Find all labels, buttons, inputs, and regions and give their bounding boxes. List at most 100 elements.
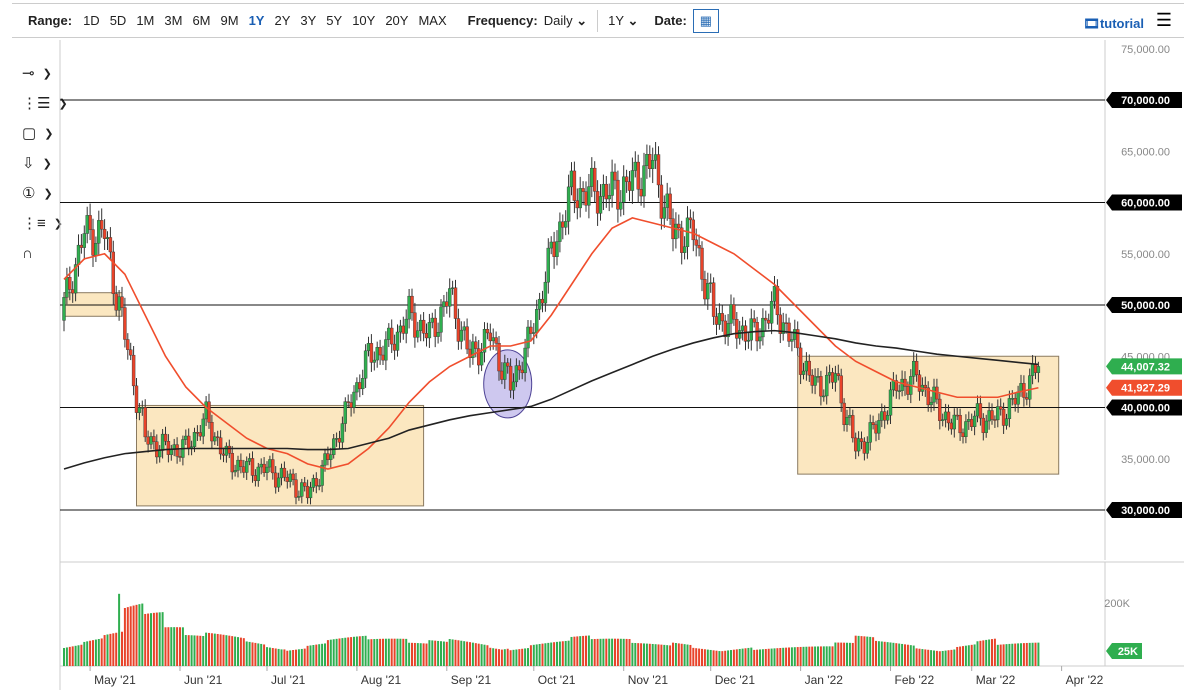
volume-bar xyxy=(457,640,460,666)
volume-bar xyxy=(573,636,576,666)
volume-bar xyxy=(570,636,573,666)
volume-bar xyxy=(553,642,556,666)
candle-body xyxy=(482,329,487,353)
candle-body xyxy=(62,297,66,321)
candle-body xyxy=(668,193,672,219)
fib-tool[interactable]: ⋮☰ ❯ xyxy=(22,88,68,118)
volume-bar xyxy=(996,644,999,666)
candle-body xyxy=(395,331,400,351)
range-2y[interactable]: 2Y xyxy=(274,13,290,28)
volume-bar xyxy=(817,646,819,666)
candle-body xyxy=(163,433,168,442)
candle-body xyxy=(975,403,980,417)
candle-body xyxy=(1025,397,1029,400)
candle-body xyxy=(416,330,420,338)
range-3m[interactable]: 3M xyxy=(164,13,182,28)
hamburger-menu-icon[interactable]: ☰ xyxy=(1156,10,1172,31)
range-10y[interactable]: 10Y xyxy=(352,13,375,28)
candle-body xyxy=(598,196,603,214)
magnet-tool[interactable]: ∩ xyxy=(22,238,68,268)
volume-bar xyxy=(611,638,614,666)
range-20y[interactable]: 20Y xyxy=(385,13,408,28)
candle-body xyxy=(854,437,858,452)
volume-bar xyxy=(660,644,663,666)
volume-bar xyxy=(756,649,759,666)
volume-bar xyxy=(979,640,982,666)
candle-body xyxy=(218,437,223,455)
tutorial-link[interactable]: 🎞tutorial xyxy=(1083,16,1144,32)
x-tick-label: Jan '22 xyxy=(805,673,844,687)
candle-body xyxy=(401,325,405,334)
volume-bar xyxy=(964,645,967,666)
range-1y[interactable]: 1Y xyxy=(249,13,265,28)
range-max[interactable]: MAX xyxy=(418,13,446,28)
candle-body xyxy=(740,325,745,331)
volume-bar xyxy=(982,640,985,666)
range-1d[interactable]: 1D xyxy=(83,13,100,28)
candle-body xyxy=(300,482,304,497)
candle-body xyxy=(622,176,626,203)
price-tick: 70,000.00 xyxy=(1121,95,1170,107)
range-3y[interactable]: 3Y xyxy=(300,13,316,28)
candle-body xyxy=(827,372,832,376)
volume-bar xyxy=(100,638,103,666)
volume-bar xyxy=(935,650,938,666)
line-tool[interactable]: ⊸ ❯ xyxy=(22,58,68,88)
volume-bar xyxy=(138,604,141,666)
candle-body xyxy=(91,229,95,256)
volume-bar xyxy=(1011,643,1014,666)
candle-body xyxy=(793,329,797,340)
calendar-icon[interactable]: ▦ xyxy=(692,8,719,33)
candle-body xyxy=(97,220,101,244)
frequency-select[interactable]: Daily ⌄ xyxy=(544,13,587,29)
candle-body xyxy=(128,349,133,356)
volume-bar xyxy=(863,636,866,666)
candle-body xyxy=(1004,418,1009,426)
candle-body xyxy=(529,326,533,334)
candle-body xyxy=(149,436,153,445)
volume-bar xyxy=(83,641,86,666)
candle-body xyxy=(801,370,806,375)
volume-bar xyxy=(286,650,289,666)
volume-bar xyxy=(561,641,564,666)
volume-bar xyxy=(222,634,225,666)
pattern-tool[interactable]: ⋮≡ ❯ xyxy=(22,208,68,238)
candle-body xyxy=(175,444,179,457)
arrow-tool[interactable]: ⇩ ❯ xyxy=(22,148,68,178)
volume-bar xyxy=(364,635,367,666)
volume-bar xyxy=(245,641,248,666)
candle-body xyxy=(906,386,910,395)
candle-body xyxy=(883,411,887,421)
volume-bar xyxy=(500,649,503,666)
range-5d[interactable]: 5D xyxy=(110,13,127,28)
price-chart: 75,000.00 70,000.00 65,000.00 60,000.00 55,0… xyxy=(59,40,1184,690)
candle-body xyxy=(688,217,693,221)
volume-bar xyxy=(686,644,689,666)
rectangle-tool[interactable]: ▢ ❯ xyxy=(22,118,68,148)
volume-bar xyxy=(347,637,350,666)
volume-bar xyxy=(538,644,541,666)
range-6m[interactable]: 6M xyxy=(192,13,210,28)
volume-bar xyxy=(411,642,413,666)
range-1m[interactable]: 1M xyxy=(136,13,154,28)
candle-body xyxy=(456,318,461,342)
candle-body xyxy=(65,277,69,298)
volume-bar xyxy=(663,644,666,666)
candle-body xyxy=(987,410,991,422)
volume-bar xyxy=(480,644,483,666)
volume-bar xyxy=(271,648,274,666)
volume-bar xyxy=(353,636,355,666)
period-select[interactable]: 1Y ⌄ xyxy=(608,13,638,29)
candle-body xyxy=(140,407,145,409)
volume-bar xyxy=(828,646,831,666)
range-5y[interactable]: 5Y xyxy=(326,13,342,28)
annotation-tool[interactable]: ① ❯ xyxy=(22,178,68,208)
volume-bar xyxy=(770,648,773,666)
candle-body xyxy=(778,314,782,334)
volume-bar xyxy=(541,643,544,666)
candle-body xyxy=(82,233,87,248)
volume-bar xyxy=(94,639,97,666)
range-9m[interactable]: 9M xyxy=(221,13,239,28)
fibonacci-icon: ⋮☰ xyxy=(22,95,51,112)
volume-bar xyxy=(741,648,744,666)
